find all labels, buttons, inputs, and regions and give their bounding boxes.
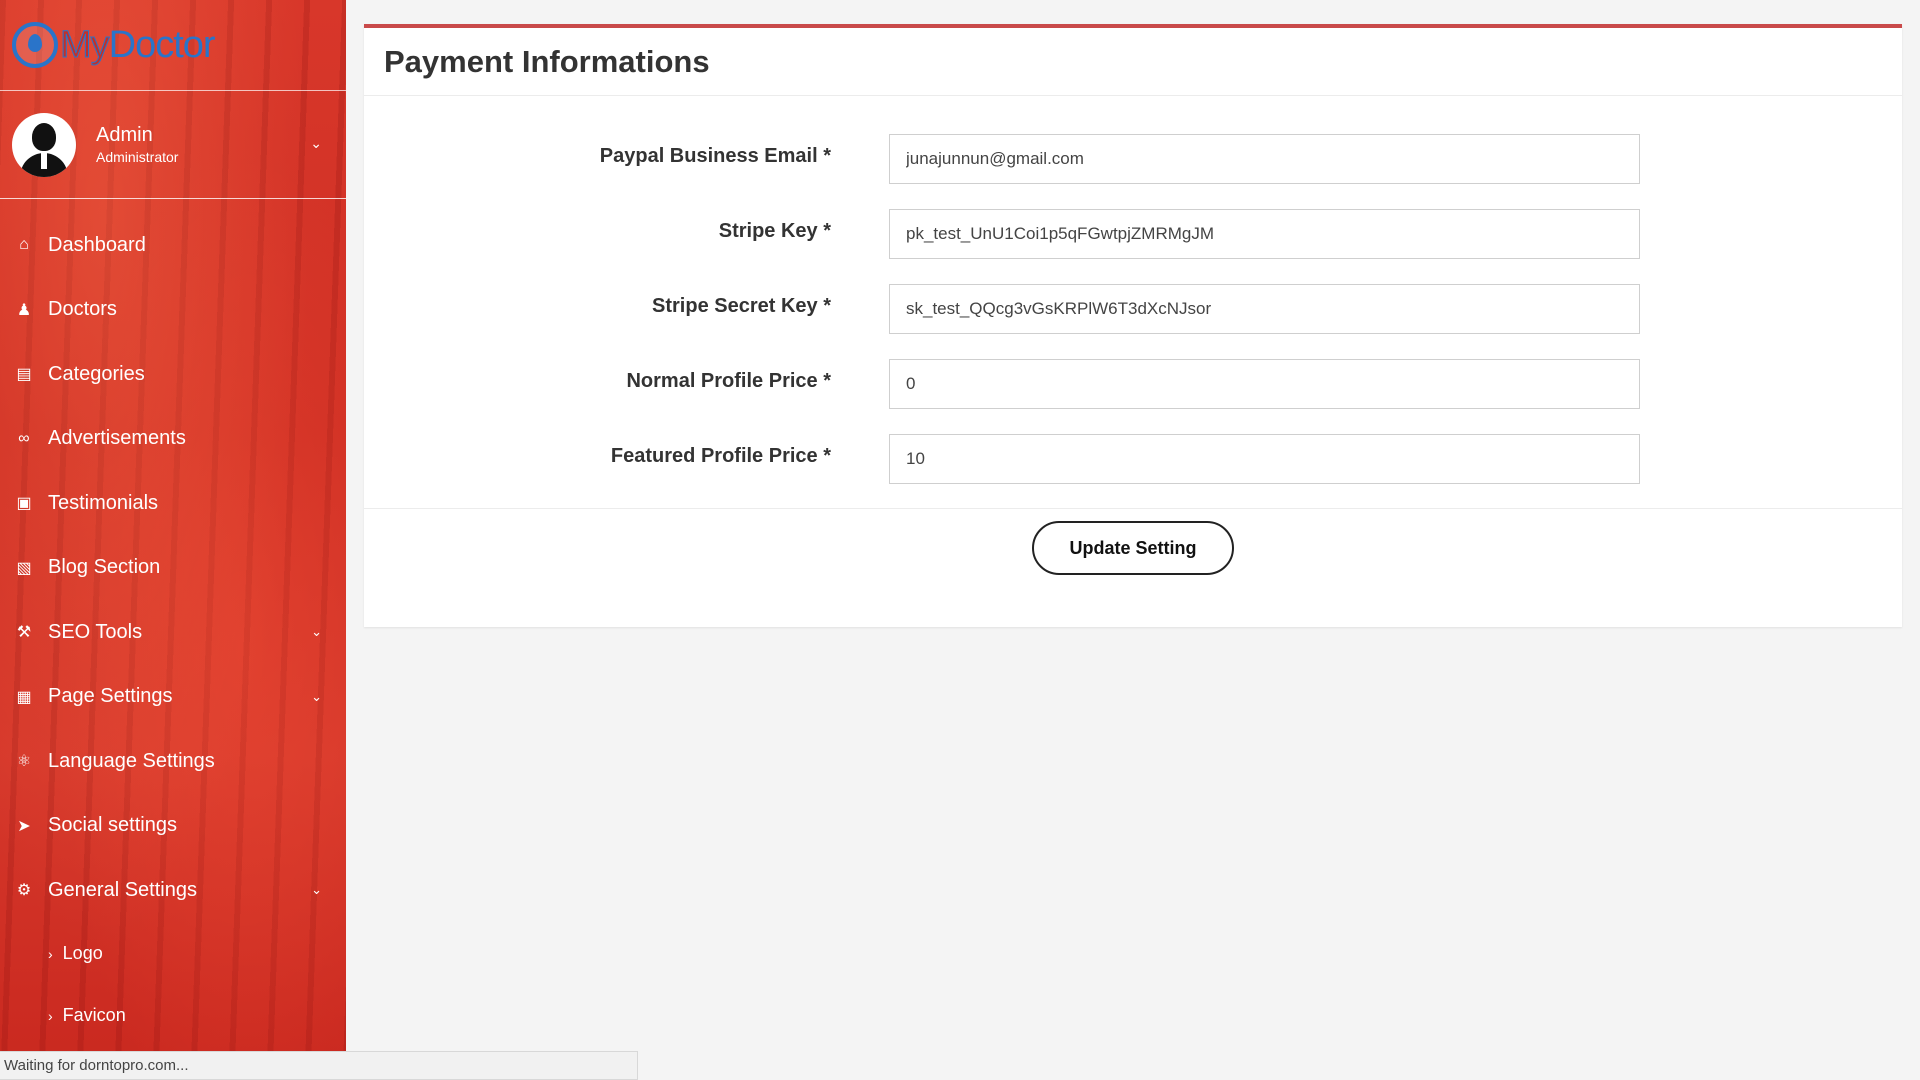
sidebar-item-doctors[interactable]: ♟ Doctors bbox=[0, 278, 346, 343]
chevron-right-icon: › bbox=[48, 1007, 53, 1024]
sidebar-item-label: Dashboard bbox=[48, 233, 146, 256]
sidebar-item-label: SEO Tools bbox=[48, 620, 143, 643]
sidebar-item-label: Blog Section bbox=[48, 556, 161, 579]
featured-profile-price-label: Featured Profile Price * bbox=[610, 444, 831, 467]
form-row: Stripe Key * bbox=[364, 209, 1902, 259]
normal-profile-price-field[interactable] bbox=[889, 359, 1640, 409]
chevron-down-icon[interactable]: ⌄ bbox=[310, 135, 322, 152]
file-icon: ▧ bbox=[16, 559, 32, 577]
stripe-secret-key-field[interactable] bbox=[889, 284, 1640, 334]
page-title: Payment Informations bbox=[384, 43, 710, 79]
chevron-right-icon: › bbox=[48, 945, 53, 962]
sidebar-item-page-settings[interactable]: ▦ Page Settings ⌄ bbox=[0, 665, 346, 730]
panel-header: Payment Informations bbox=[364, 28, 1902, 96]
sidebar-item-label: Categories bbox=[48, 362, 145, 385]
stripe-key-field[interactable] bbox=[889, 209, 1640, 259]
logo-icon bbox=[12, 22, 58, 68]
chevron-down-icon: ⌄ bbox=[311, 624, 322, 640]
payment-form: Paypal Business Email * Stripe Key * Str… bbox=[364, 96, 1902, 509]
sidebar-item-blog-section[interactable]: ▧ Blog Section bbox=[0, 536, 346, 601]
browser-status-bar: Waiting for dorntopro.com... bbox=[0, 1051, 638, 1080]
sidebar-item-language-settings[interactable]: ⚛ Language Settings bbox=[0, 729, 346, 794]
sidebar-item-label: Social settings bbox=[48, 814, 177, 837]
sidebar-item-label: Language Settings bbox=[48, 749, 215, 772]
paypal-email-field[interactable] bbox=[889, 134, 1640, 184]
brand-name: MyDoctor bbox=[60, 23, 216, 66]
sidebar-item-categories[interactable]: ▤ Categories bbox=[0, 342, 346, 407]
sidebar-item-label: Doctors bbox=[48, 298, 117, 321]
paypal-email-label: Paypal Business Email * bbox=[599, 144, 831, 167]
sidebar-item-label: Advertisements bbox=[48, 427, 186, 450]
file-code-icon: ▦ bbox=[16, 688, 32, 706]
form-row: Featured Profile Price * bbox=[364, 434, 1902, 484]
chevron-down-icon: ⌄ bbox=[311, 688, 322, 704]
paper-plane-icon: ➤ bbox=[17, 817, 31, 835]
user-panel[interactable]: Admin Administrator ⌄ bbox=[0, 91, 346, 199]
sidebar: MyDoctor Admin Administrator ⌄ ⌂ Dashboa… bbox=[0, 0, 346, 1080]
sidebar-subitem-label: Logo bbox=[62, 943, 103, 963]
language-icon: ⚛ bbox=[16, 753, 32, 771]
user-md-icon: ♟ bbox=[16, 301, 32, 319]
sidebar-item-social-settings[interactable]: ➤ Social settings bbox=[0, 794, 346, 859]
normal-profile-price-label: Normal Profile Price * bbox=[626, 369, 831, 392]
cogs-icon: ⚙ bbox=[16, 882, 32, 900]
update-setting-button[interactable]: Update Setting bbox=[1032, 521, 1234, 575]
sidebar-item-label: Testimonials bbox=[48, 491, 159, 514]
stripe-key-label: Stripe Key * bbox=[718, 219, 831, 242]
clipboard-icon: ▤ bbox=[16, 366, 32, 384]
sidebar-item-testimonials[interactable]: ▣ Testimonials bbox=[0, 471, 346, 536]
avatar bbox=[12, 112, 76, 177]
brand-logo[interactable]: MyDoctor bbox=[0, 0, 346, 91]
sidebar-subitem-favicon[interactable]: › Favicon bbox=[0, 985, 346, 1047]
featured-profile-price-field[interactable] bbox=[889, 434, 1640, 484]
stripe-secret-key-label: Stripe Secret Key * bbox=[652, 294, 831, 317]
sidebar-item-general-settings[interactable]: ⚙ General Settings ⌄ bbox=[0, 858, 346, 923]
chevron-down-icon: ⌄ bbox=[311, 882, 322, 898]
sidebar-item-label: General Settings bbox=[48, 878, 197, 901]
home-icon: ⌂ bbox=[19, 236, 29, 254]
image-icon: ▣ bbox=[16, 495, 32, 513]
sidebar-item-seo-tools[interactable]: ⚒ SEO Tools ⌄ bbox=[0, 600, 346, 665]
form-row: Stripe Secret Key * bbox=[364, 284, 1902, 334]
sidebar-nav: ⌂ Dashboard ♟ Doctors ▤ Categories ∞ Adv… bbox=[0, 199, 346, 1047]
payment-panel: Payment Informations Paypal Business Ema… bbox=[364, 24, 1902, 627]
sidebar-item-dashboard[interactable]: ⌂ Dashboard bbox=[0, 213, 346, 278]
form-row: Normal Profile Price * bbox=[364, 359, 1902, 409]
link-icon: ∞ bbox=[18, 429, 30, 447]
form-row: Paypal Business Email * bbox=[364, 134, 1902, 184]
form-actions: Update Setting bbox=[364, 509, 1902, 627]
wrench-icon: ⚒ bbox=[16, 624, 32, 642]
sidebar-subitem-logo[interactable]: › Logo bbox=[0, 923, 346, 985]
sidebar-item-label: Page Settings bbox=[48, 685, 173, 708]
sidebar-item-advertisements[interactable]: ∞ Advertisements bbox=[0, 407, 346, 472]
user-role: Administrator bbox=[96, 149, 179, 165]
user-name: Admin bbox=[96, 124, 153, 146]
sidebar-subitem-label: Favicon bbox=[62, 1005, 126, 1025]
